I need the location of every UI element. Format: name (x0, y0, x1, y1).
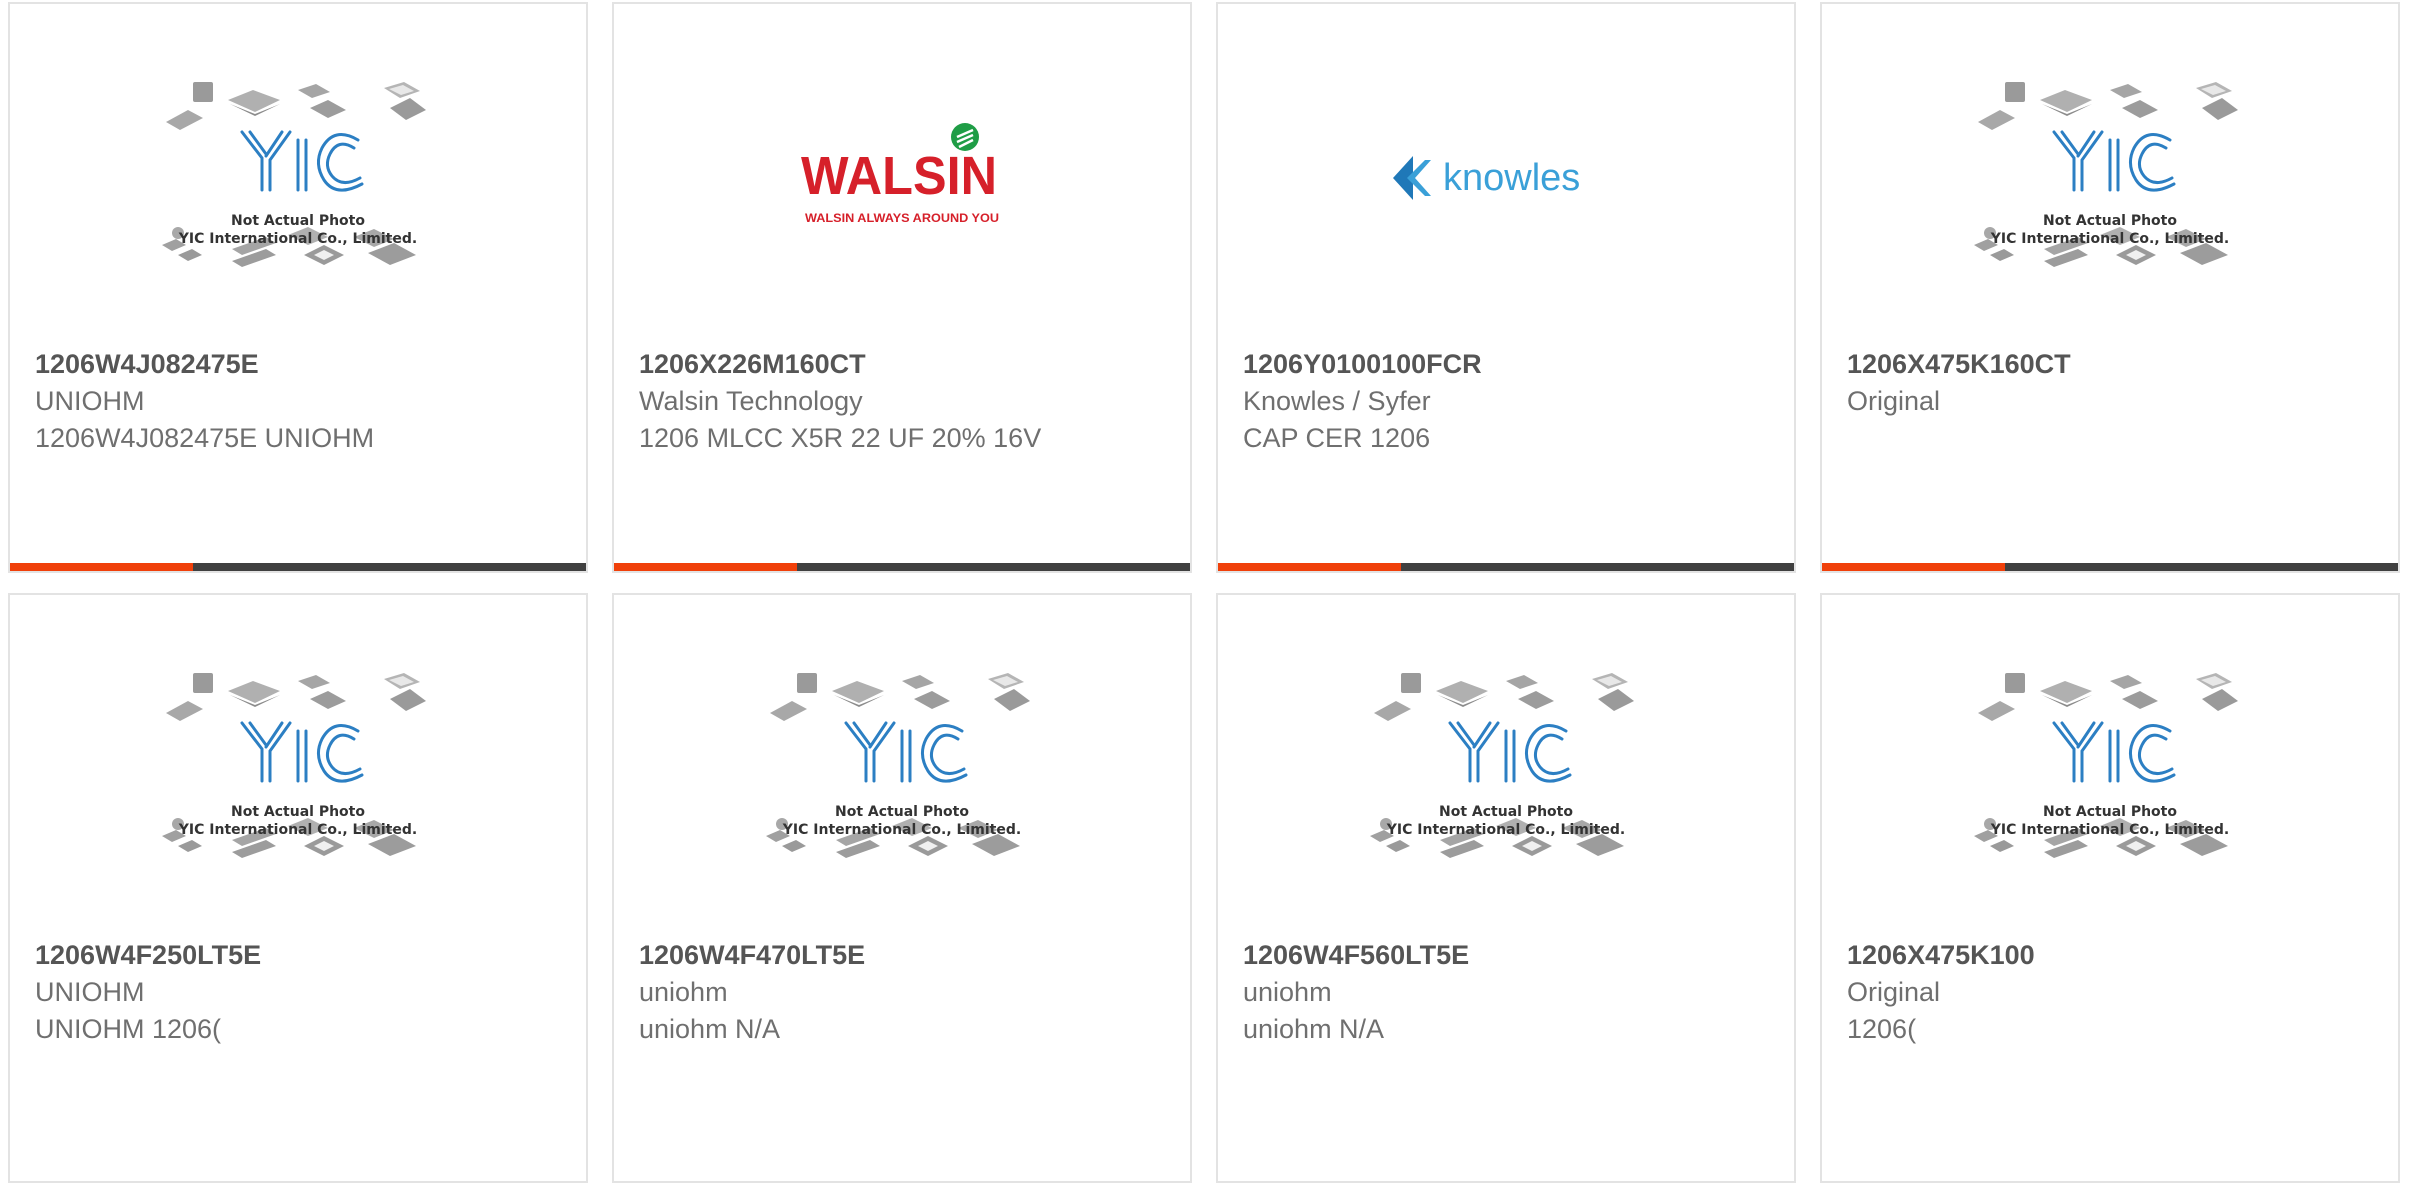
description: uniohm N/A (1243, 1014, 1385, 1044)
yic-placeholder-image: Not Actual Photo YIC International Co., … (1972, 673, 2240, 860)
placeholder-line-2: YIC International Co., Limited. (1386, 822, 1625, 838)
product-info: 1206W4F250LT5E UNIOHM UNIOHM 1206( (35, 937, 566, 1048)
product-image: WALSIN WALSIN ALWAYS AROUND YOU (614, 82, 1190, 337)
card-accent-bar (1822, 563, 2005, 571)
product-info: 1206X475K100 Original 1206( (1847, 937, 2378, 1048)
card-bottom-bar (614, 563, 1190, 571)
product-card[interactable]: Not Actual Photo YIC International Co., … (1820, 593, 2400, 1183)
product-card[interactable]: Not Actual Photo YIC International Co., … (1820, 2, 2400, 573)
product-info: 1206W4J082475E UNIOHM 1206W4J082475E UNI… (35, 346, 566, 457)
placeholder-line-1: Not Actual Photo (231, 804, 365, 820)
product-image: Not Actual Photo YIC International Co., … (1822, 82, 2398, 337)
product-card[interactable]: Not Actual Photo YIC International Co., … (1216, 593, 1796, 1183)
description: 1206( (1847, 1014, 1917, 1044)
manufacturer: Knowles / Syfer (1243, 386, 1431, 416)
part-number[interactable]: 1206W4F470LT5E (639, 937, 1170, 974)
description: CAP CER 1206 (1243, 423, 1431, 453)
walsin-wordmark: WALSIN (801, 146, 997, 206)
placeholder-line-2: YIC International Co., Limited. (1990, 231, 2229, 247)
product-image: Not Actual Photo YIC International Co., … (1218, 673, 1794, 928)
knowles-wordmark: knowles (1443, 157, 1580, 199)
yic-placeholder-image: Not Actual Photo YIC International Co., … (1972, 82, 2240, 269)
manufacturer: uniohm (1243, 977, 1332, 1007)
product-card[interactable]: Not Actual Photo YIC International Co., … (8, 593, 588, 1183)
card-accent-bar (10, 563, 193, 571)
placeholder-line-1: Not Actual Photo (2043, 213, 2177, 229)
product-info: 1206W4F560LT5E uniohm uniohm N/A (1243, 937, 1774, 1048)
product-image: Not Actual Photo YIC International Co., … (10, 82, 586, 337)
card-bottom-bar (1218, 563, 1794, 571)
product-image: Not Actual Photo YIC International Co., … (10, 673, 586, 928)
product-card[interactable]: Not Actual Photo YIC International Co., … (612, 593, 1192, 1183)
manufacturer: Walsin Technology (639, 386, 863, 416)
part-number[interactable]: 1206X475K160CT (1847, 346, 2378, 383)
product-info: 1206X475K160CT Original (1847, 346, 2378, 420)
walsin-tagline: WALSIN ALWAYS AROUND YOU (805, 211, 999, 225)
placeholder-line-2: YIC International Co., Limited. (178, 231, 417, 247)
yic-placeholder-image: Not Actual Photo YIC International Co., … (160, 673, 428, 860)
placeholder-line-2: YIC International Co., Limited. (782, 822, 1021, 838)
placeholder-line-2: YIC International Co., Limited. (1990, 822, 2229, 838)
placeholder-line-1: Not Actual Photo (2043, 804, 2177, 820)
placeholder-line-2: YIC International Co., Limited. (178, 822, 417, 838)
card-accent-bar (1218, 563, 1401, 571)
card-bottom-bar (1822, 563, 2398, 571)
knowles-logo: knowles (1393, 156, 1580, 200)
walsin-logo: WALSIN WALSIN ALWAYS AROUND YOU (801, 123, 999, 225)
part-number[interactable]: 1206W4J082475E (35, 346, 566, 383)
placeholder-line-1: Not Actual Photo (1439, 804, 1573, 820)
part-number[interactable]: 1206W4F560LT5E (1243, 937, 1774, 974)
product-info: 1206Y0100100FCR Knowles / Syfer CAP CER … (1243, 346, 1774, 457)
manufacturer: UNIOHM (35, 977, 145, 1007)
manufacturer: UNIOHM (35, 386, 145, 416)
yic-placeholder-image: Not Actual Photo YIC International Co., … (764, 673, 1032, 860)
description: UNIOHM 1206( (35, 1014, 222, 1044)
product-image: Not Actual Photo YIC International Co., … (1822, 673, 2398, 928)
product-info: 1206X226M160CT Walsin Technology 1206 ML… (639, 346, 1170, 457)
part-number[interactable]: 1206W4F250LT5E (35, 937, 566, 974)
product-grid: Not Actual Photo YIC International Co., … (8, 2, 2400, 1183)
manufacturer: Original (1847, 386, 1941, 416)
product-info: 1206W4F470LT5E uniohm uniohm N/A (639, 937, 1170, 1048)
placeholder-line-1: Not Actual Photo (835, 804, 969, 820)
part-number[interactable]: 1206X475K100 (1847, 937, 2378, 974)
card-accent-bar (614, 563, 797, 571)
part-number[interactable]: 1206Y0100100FCR (1243, 346, 1774, 383)
description: uniohm N/A (639, 1014, 781, 1044)
card-bottom-bar (10, 563, 586, 571)
part-number[interactable]: 1206X226M160CT (639, 346, 1170, 383)
manufacturer: uniohm (639, 977, 728, 1007)
description: 1206 MLCC X5R 22 UF 20% 16V (639, 423, 1042, 453)
yic-placeholder-image: Not Actual Photo YIC International Co., … (160, 82, 428, 269)
yic-placeholder-image: Not Actual Photo YIC International Co., … (1368, 673, 1636, 860)
manufacturer: Original (1847, 977, 1941, 1007)
placeholder-line-1: Not Actual Photo (231, 213, 365, 229)
product-image: Not Actual Photo YIC International Co., … (614, 673, 1190, 928)
description: 1206W4J082475E UNIOHM (35, 423, 375, 453)
product-card[interactable]: knowles 1206Y0100100FCR Knowles / Syfer … (1216, 2, 1796, 573)
product-card[interactable]: WALSIN WALSIN ALWAYS AROUND YOU 1206X226… (612, 2, 1192, 573)
product-image: knowles (1218, 82, 1794, 337)
product-card[interactable]: Not Actual Photo YIC International Co., … (8, 2, 588, 573)
